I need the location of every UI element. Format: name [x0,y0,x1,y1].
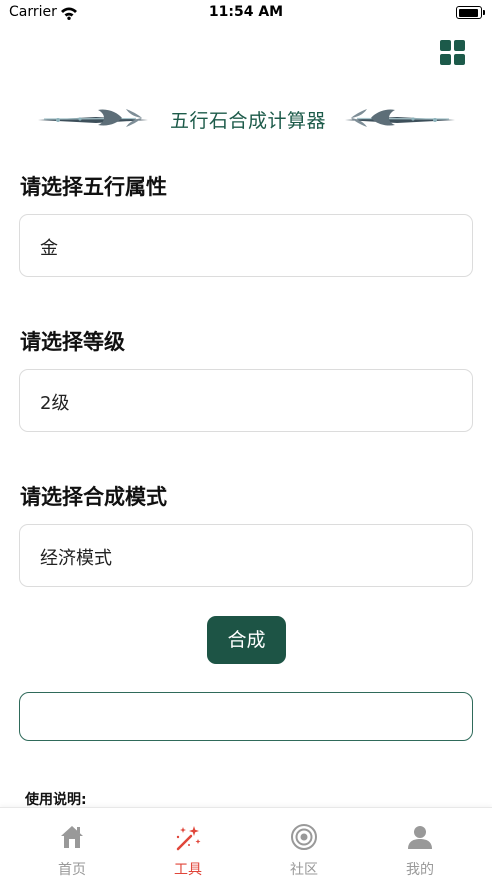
user-icon [408,826,432,849]
tab-community[interactable]: 社区 [254,808,354,878]
tab-home-label: 首页 [58,862,86,878]
home-icon [61,826,83,848]
usage-instructions-title: 使用说明: [25,792,87,808]
level-label: 请选择等级 [20,330,125,354]
level-select[interactable]: 2级 [19,369,473,432]
status-bar: Carrier 11:54 AM [0,0,492,26]
target-icon [291,824,317,850]
tab-tools-label: 工具 [174,862,202,878]
mode-label: 请选择合成模式 [20,485,167,509]
element-label: 请选择五行属性 [20,175,167,199]
mode-select[interactable]: 经济模式 [19,524,473,587]
left-ornament-icon [38,109,148,127]
page-title: 五行石合成计算器 [169,110,326,132]
result-field [19,692,473,741]
element-select[interactable]: 金 [19,214,473,277]
right-ornament-icon [345,109,455,127]
tab-profile-label: 我的 [406,862,434,878]
tab-bar: 首页 工具 社区 我的 [0,807,492,878]
grid-icon[interactable] [440,40,465,65]
tab-community-label: 社区 [290,862,318,878]
tab-home[interactable]: 首页 [22,808,122,878]
battery-level [458,8,478,17]
calculator-header: 五行石合成计算器 [36,100,456,136]
tab-profile[interactable]: 我的 [370,808,470,878]
tab-tools[interactable]: 工具 [138,808,238,878]
compose-button[interactable]: 合成 [207,616,286,664]
magic-wand-icon [176,826,201,851]
battery-icon [456,6,485,19]
status-time: 11:54 AM [208,4,284,20]
